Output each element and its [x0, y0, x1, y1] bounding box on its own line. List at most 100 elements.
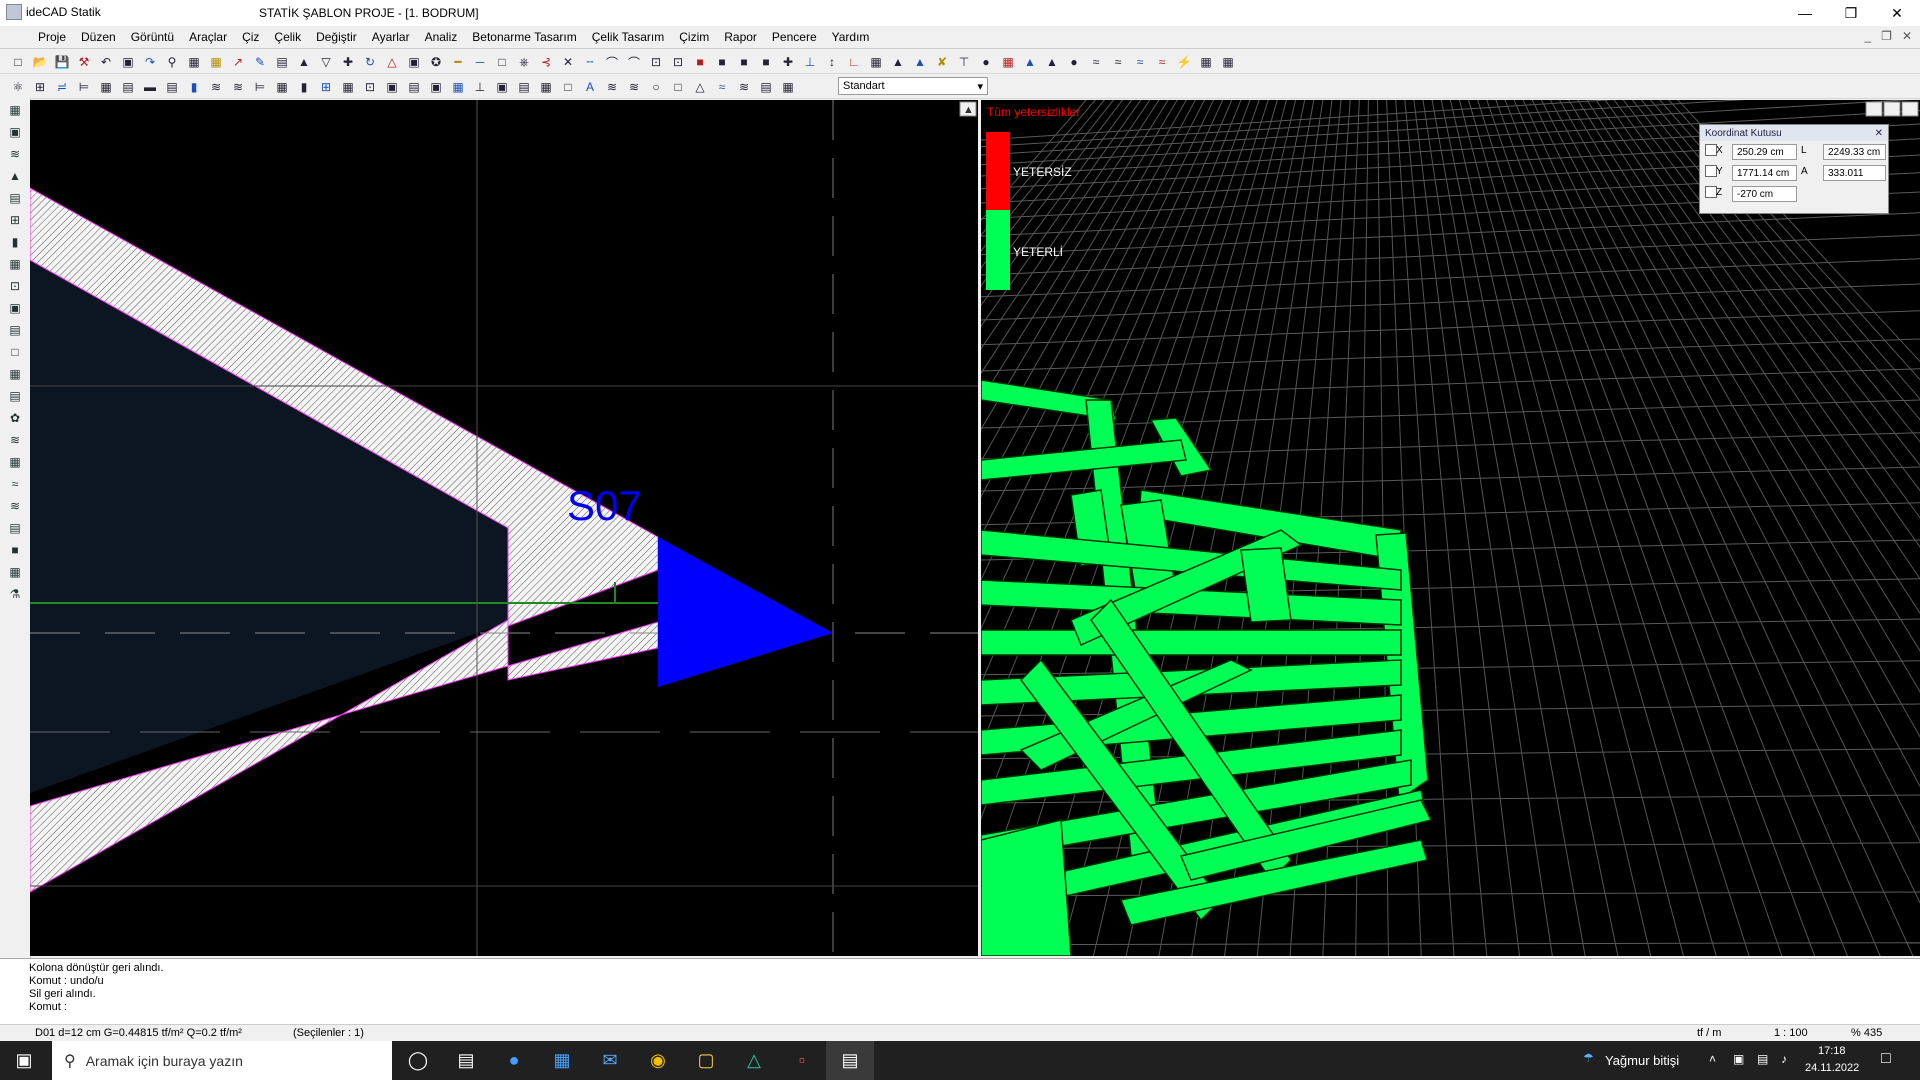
- status-scale[interactable]: 1 : 100: [1774, 1027, 1808, 1039]
- toolbar-tool-icon[interactable]: ▦: [1218, 52, 1238, 72]
- menu-item[interactable]: Çizim: [679, 30, 709, 44]
- draw-tool-icon[interactable]: △: [690, 77, 710, 97]
- draw-tool-icon[interactable]: ⊡: [360, 77, 380, 97]
- side-tool-icon[interactable]: ▦: [3, 562, 27, 582]
- toolbar-tool-icon[interactable]: ≈: [1108, 52, 1128, 72]
- toolbar-tool-icon[interactable]: ⊡: [646, 52, 666, 72]
- toolbar-tool-icon[interactable]: ■: [690, 52, 710, 72]
- draw-tool-icon[interactable]: ≓: [52, 77, 72, 97]
- side-tool-icon[interactable]: ▤: [3, 320, 27, 340]
- volume-icon[interactable]: ♪: [1781, 1052, 1787, 1066]
- draw-tool-icon[interactable]: ≋: [602, 77, 622, 97]
- plan-drawing[interactable]: S07 ▲: [30, 100, 978, 956]
- mdi-restore-icon[interactable]: ❐: [1881, 29, 1892, 43]
- draw-tool-icon[interactable]: ▦: [448, 77, 468, 97]
- draw-tool-icon[interactable]: ▤: [404, 77, 424, 97]
- toolbar-tool-icon[interactable]: ■: [712, 52, 732, 72]
- side-tool-icon[interactable]: ▤: [3, 518, 27, 538]
- toolbar-tool-icon[interactable]: ⌒: [624, 52, 644, 72]
- toolbar-tool-icon[interactable]: ▣: [404, 52, 424, 72]
- a-field[interactable]: 333.011: [1823, 165, 1886, 181]
- 3d-viewport[interactable]: Tüm yetersizlikler YETERSİZ YETERLİ: [981, 100, 1920, 956]
- draw-tool-icon[interactable]: ▤: [756, 77, 776, 97]
- menu-item[interactable]: Çelik: [274, 30, 301, 44]
- toolbar-tool-icon[interactable]: ▤: [272, 52, 292, 72]
- menu-item[interactable]: Betonarme Tasarım: [472, 30, 577, 44]
- toolbar-tool-icon[interactable]: ⚒: [74, 52, 94, 72]
- draw-tool-icon[interactable]: ⊥: [470, 77, 490, 97]
- toolbar-tool-icon[interactable]: ✘: [932, 52, 952, 72]
- toolbar-tool-icon[interactable]: ●: [976, 52, 996, 72]
- menu-item[interactable]: Görüntü: [131, 30, 174, 44]
- weather-icon[interactable]: ☂: [1583, 1051, 1594, 1065]
- notification-icon[interactable]: □: [1881, 1050, 1891, 1068]
- draw-tool-icon[interactable]: ▮: [184, 77, 204, 97]
- draw-tool-icon[interactable]: ▦: [96, 77, 116, 97]
- side-tool-icon[interactable]: ▦: [3, 254, 27, 274]
- side-tool-icon[interactable]: ▦: [3, 364, 27, 384]
- close-icon[interactable]: ✕: [1875, 128, 1888, 139]
- draw-tool-icon[interactable]: ▤: [118, 77, 138, 97]
- side-tool-icon[interactable]: ▦: [3, 100, 27, 120]
- side-tool-icon[interactable]: ▦: [3, 452, 27, 472]
- command-area[interactable]: Kolona dönüştür geri alındı. Komut : und…: [0, 958, 1920, 1025]
- windows-start-icon[interactable]: ▣: [0, 1041, 48, 1080]
- draw-tool-icon[interactable]: ▦: [272, 77, 292, 97]
- side-tool-icon[interactable]: ▤: [3, 188, 27, 208]
- draw-tool-icon[interactable]: ▣: [426, 77, 446, 97]
- toolbar-tool-icon[interactable]: ↕: [822, 52, 842, 72]
- side-tool-icon[interactable]: ⊡: [3, 276, 27, 296]
- toolbar-tool-icon[interactable]: ▦: [184, 52, 204, 72]
- menu-item[interactable]: Ayarlar: [372, 30, 410, 44]
- z-field[interactable]: -270 cm: [1732, 186, 1797, 202]
- app-icon[interactable]: △: [730, 1041, 778, 1080]
- toolbar-tool-icon[interactable]: ≈: [1130, 52, 1150, 72]
- menu-item[interactable]: Proje: [38, 30, 66, 44]
- store-icon[interactable]: ▦: [538, 1041, 586, 1080]
- menu-item[interactable]: Rapor: [724, 30, 757, 44]
- menu-item[interactable]: Yardım: [832, 30, 870, 44]
- weather-text[interactable]: Yağmur bitişi: [1605, 1053, 1679, 1068]
- side-tool-icon[interactable]: ▣: [3, 122, 27, 142]
- toolbar-tool-icon[interactable]: ⚡: [1174, 52, 1194, 72]
- draw-tool-icon[interactable]: ≈: [712, 77, 732, 97]
- toolbar-tool-icon[interactable]: ⌒: [602, 52, 622, 72]
- draw-tool-icon[interactable]: ⚛: [8, 77, 28, 97]
- toolbar-tool-icon[interactable]: 📂: [30, 52, 50, 72]
- display-icon[interactable]: ▤: [1757, 1052, 1768, 1066]
- mdi-minimize-icon[interactable]: _: [1864, 29, 1871, 43]
- network-icon[interactable]: ▣: [1733, 1052, 1744, 1066]
- toolbar-tool-icon[interactable]: ↗: [228, 52, 248, 72]
- menu-item[interactable]: Düzen: [81, 30, 116, 44]
- toolbar-tool-icon[interactable]: □: [8, 52, 28, 72]
- plan-viewport[interactable]: S07 ▲: [30, 100, 978, 956]
- menu-item[interactable]: Çiz: [242, 30, 259, 44]
- toolbar-tool-icon[interactable]: ■: [756, 52, 776, 72]
- toolbar-tool-icon[interactable]: ↻: [360, 52, 380, 72]
- side-tool-icon[interactable]: □: [3, 342, 27, 362]
- status-zoom[interactable]: % 435: [1851, 1027, 1882, 1039]
- draw-tool-icon[interactable]: ⊞: [316, 77, 336, 97]
- toolbar-tool-icon[interactable]: ≈: [1086, 52, 1106, 72]
- y-field[interactable]: 1771.14 cm: [1732, 165, 1797, 181]
- clock-date[interactable]: 24.11.2022: [1805, 1062, 1859, 1074]
- toolbar-tool-icon[interactable]: ▦: [998, 52, 1018, 72]
- draw-tool-icon[interactable]: ≋: [734, 77, 754, 97]
- toolbar-tool-icon[interactable]: ✚: [338, 52, 358, 72]
- toolbar-tool-icon[interactable]: ⎈: [514, 52, 534, 72]
- structure-frame[interactable]: [981, 379, 1433, 956]
- view-button-up[interactable]: [1901, 101, 1919, 117]
- side-tool-icon[interactable]: ▤: [3, 386, 27, 406]
- view-button-n[interactable]: [1883, 101, 1901, 117]
- side-tool-icon[interactable]: ≈: [3, 474, 27, 494]
- l-field[interactable]: 2249.33 cm: [1823, 144, 1886, 160]
- draw-tool-icon[interactable]: ≋: [624, 77, 644, 97]
- menu-item[interactable]: Araçlar: [189, 30, 227, 44]
- toolbar-tool-icon[interactable]: ▦: [866, 52, 886, 72]
- toolbar-tool-icon[interactable]: ⊰: [536, 52, 556, 72]
- toolbar-tool-icon[interactable]: ▣: [118, 52, 138, 72]
- side-tool-icon[interactable]: ▣: [3, 298, 27, 318]
- column-s07[interactable]: [658, 537, 833, 687]
- toolbar-tool-icon[interactable]: ▲: [1020, 52, 1040, 72]
- toolbar-tool-icon[interactable]: □: [492, 52, 512, 72]
